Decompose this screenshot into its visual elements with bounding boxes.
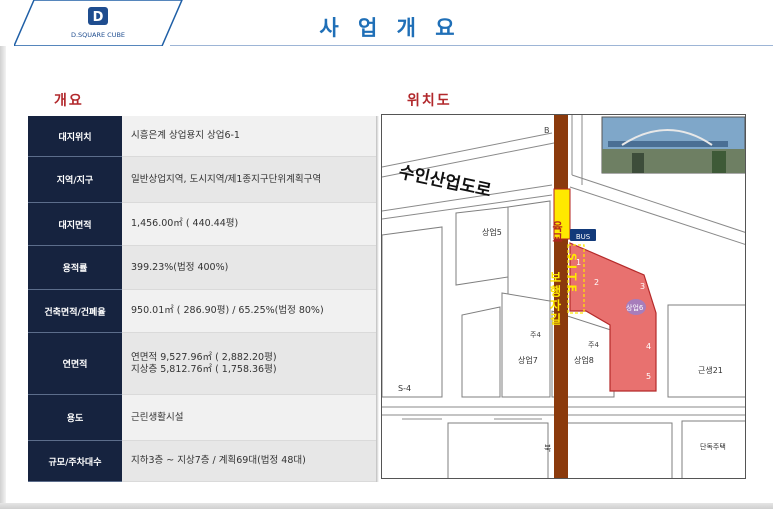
row-value-text: 일반상업지역, 도시지역/제1종지구단위계획구역 (131, 173, 322, 185)
lot-label-s4: S-4 (398, 384, 411, 393)
table-row: 대지면적 1,456.00㎡ ( 440.44평) (28, 203, 376, 246)
row-value: 연면적 9,527.96㎡ ( 2,882.20평) 지상층 5,812.76㎡… (122, 333, 376, 395)
lot-label-s5: 상업5 (482, 227, 502, 237)
road-top-label: B (544, 126, 550, 135)
location-map-drawing: 수인산업도로 육교 BUS SITE 보행자길 B 상업5 상업7 상업8 S-… (382, 115, 745, 478)
lot-label-site: 상업6 (626, 303, 644, 312)
parcel-number: 5 (646, 372, 651, 381)
location-heading: 위치도 (407, 93, 452, 109)
bridge-label: 육교 (551, 221, 564, 243)
lot-label-ju1: 주4 (530, 331, 541, 339)
overview-heading: 개요 (54, 93, 84, 109)
walkway-label: 보행자길 (548, 271, 562, 327)
row-value-text: 950.01㎡ ( 286.90평) / 65.25%(법정 80%) (131, 305, 324, 317)
row-value: 지하3층 ~ 지상7층 / 계획69대(법정 48대) (122, 441, 376, 482)
lot-label-dandok: 단독주택 (700, 442, 726, 451)
row-key: 대지면적 (28, 203, 122, 246)
row-value-text: 연면적 9,527.96㎡ ( 2,882.20평) (131, 351, 277, 363)
lot-label-k21: 근생21 (698, 365, 723, 375)
row-value: 근린생활시설 (122, 395, 376, 441)
table-row: 용적률 399.23%(법정 400%) (28, 246, 376, 290)
row-key: 지역/지구 (28, 157, 122, 203)
table-row: 대지위치 시흥은계 상업용지 상업6-1 (28, 116, 376, 157)
table-row: 규모/주차대수 지하3층 ~ 지상7층 / 계획69대(법정 48대) (28, 441, 376, 482)
location-map: 수인산업도로 육교 BUS SITE 보행자길 B 상업5 상업7 상업8 S-… (381, 114, 746, 479)
row-value: 1,456.00㎡ ( 440.44평) (122, 203, 376, 246)
row-value: 일반상업지역, 도시지역/제1종지구단위계획구역 (122, 157, 376, 203)
logo-banner: D D.SQUARE CUBE (12, 0, 184, 47)
table-row: 연면적 연면적 9,527.96㎡ ( 2,882.20평) 지상층 5,812… (28, 333, 376, 395)
logo-banner-shape: D D.SQUARE CUBE (12, 0, 183, 47)
row-value-text: 1,456.00㎡ ( 440.44평) (131, 218, 239, 230)
lot-label-north: 북 (544, 444, 551, 453)
lot-label-s8: 상업8 (574, 355, 594, 365)
row-key: 규모/주차대수 (28, 441, 122, 482)
row-value-text: 시흥은계 상업용지 상업6-1 (131, 130, 240, 142)
row-value-text: 지하3층 ~ 지상7층 / 계획69대(법정 48대) (131, 455, 306, 467)
row-value-text: 399.23%(법정 400%) (131, 261, 229, 273)
row-value-text: 근린생활시설 (131, 411, 184, 423)
row-value: 399.23%(법정 400%) (122, 246, 376, 290)
table-shadow (376, 116, 379, 482)
overview-table: 대지위치 시흥은계 상업용지 상업6-1 지역/지구 일반상업지역, 도시지역/… (28, 116, 376, 482)
road-label: 수인산업도로 (397, 162, 493, 201)
bridge-photo (601, 116, 745, 174)
parcel-number: 3 (640, 282, 645, 291)
row-value: 시흥은계 상업용지 상업6-1 (122, 116, 376, 157)
row-key: 용적률 (28, 246, 122, 290)
parcel-number: 4 (646, 342, 651, 351)
row-value-text-2: 지상층 5,812.76㎡ ( 1,758.36평) (131, 363, 277, 375)
table-row: 지역/지구 일반상업지역, 도시지역/제1종지구단위계획구역 (28, 157, 376, 203)
svg-text:D: D (93, 10, 104, 25)
slide-page: D D.SQUARE CUBE 사 업 개 요 개요 위치도 대지위치 시흥은계… (0, 0, 773, 509)
page-bottom-edge (0, 503, 773, 509)
table-row: 건축면적/건폐율 950.01㎡ ( 286.90평) / 65.25%(법정 … (28, 290, 376, 333)
header-divider (170, 45, 773, 46)
table-row: 용도 근린생활시설 (28, 395, 376, 441)
lot-label-ju2: 주4 (588, 341, 599, 349)
parcel-number: 2 (594, 278, 599, 287)
row-key: 대지위치 (28, 116, 122, 157)
lot-label-s7: 상업7 (518, 355, 538, 365)
row-key: 용도 (28, 395, 122, 441)
page-left-edge (0, 46, 6, 509)
row-value: 950.01㎡ ( 286.90평) / 65.25%(법정 80%) (122, 290, 376, 333)
logo-text: D.SQUARE CUBE (71, 31, 125, 39)
bus-label: BUS (576, 233, 591, 241)
row-key: 연면적 (28, 333, 122, 395)
parcel-number: 1 (576, 258, 581, 267)
page-title: 사 업 개 요 (319, 16, 461, 40)
row-key: 건축면적/건폐율 (28, 290, 122, 333)
